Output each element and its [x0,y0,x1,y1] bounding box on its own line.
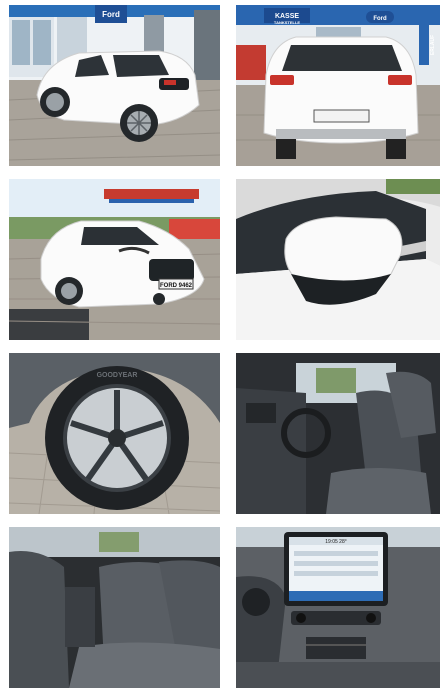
gallery-photo-1[interactable]: Ford [9,5,220,166]
photo-gallery: Ford KASSE TANKSTELLE Ford ERLAUF FORD 9… [0,0,440,688]
vertical-sign: ERLAUF [430,35,436,55]
license-plate: FORD 9462 [160,283,193,289]
gallery-photo-3[interactable]: FORD 9462 [9,179,220,340]
photo-7-image [9,527,220,688]
tire-brand: GOODYEAR [97,372,138,379]
tankstelle-sign: TANKSTELLE [274,20,300,25]
photo-4-image [236,179,440,340]
photo-2-image: KASSE TANKSTELLE Ford ERLAUF [236,5,440,166]
ford-sign-2: Ford [373,16,387,22]
photo-5-image: GOODYEAR [9,353,220,514]
photo-1-image: Ford [9,5,220,166]
gallery-photo-8[interactable]: 19:05 28° [236,527,440,688]
photo-8-image: 19:05 28° [236,527,440,688]
kasse-sign: KASSE [275,13,299,20]
gallery-photo-2[interactable]: KASSE TANKSTELLE Ford ERLAUF [236,5,440,166]
gallery-photo-5[interactable]: GOODYEAR [9,353,220,514]
photo-3-image: FORD 9462 [9,179,220,340]
photo-6-image [236,353,440,514]
gallery-photo-4[interactable] [236,179,440,340]
ford-sign: Ford [102,10,120,19]
gallery-photo-7[interactable] [9,527,220,688]
gallery-photo-6[interactable] [236,353,440,514]
screen-status: 19:05 28° [325,539,346,545]
